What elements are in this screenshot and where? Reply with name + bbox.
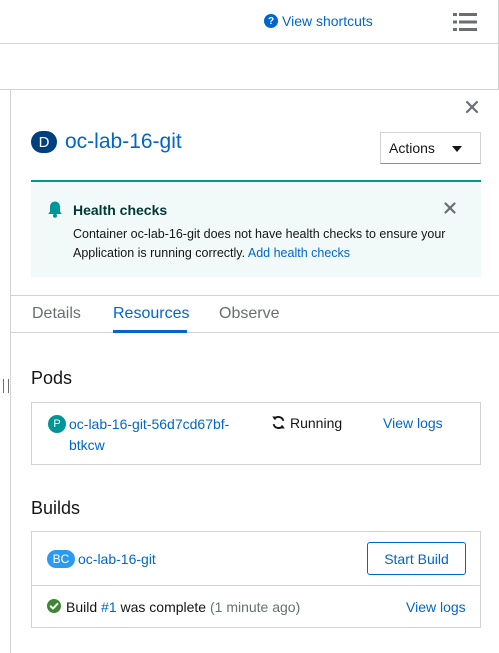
build-time: (1 minute ago) bbox=[209, 599, 301, 615]
pod-kind-badge: P bbox=[48, 415, 66, 433]
builds-heading: Builds bbox=[31, 498, 81, 518]
deployment-kind-badge: D bbox=[31, 131, 57, 153]
health-checks-alert: Health checks Container oc-lab-16-git do… bbox=[31, 180, 481, 277]
caret-down-icon bbox=[452, 146, 462, 152]
resource-name: oc-lab-16-git bbox=[65, 130, 182, 153]
pod-name-link[interactable]: oc-lab-16-git-56d7cd67bf-btkcw bbox=[69, 414, 254, 456]
view-shortcuts-label: View shortcuts bbox=[282, 13, 373, 29]
bell-icon bbox=[48, 201, 62, 218]
question-circle-icon: ? bbox=[264, 14, 278, 28]
view-shortcuts-link[interactable]: ? View shortcuts bbox=[264, 13, 373, 29]
build-config-item: BC oc-lab-16-git Start Build Build #1 wa… bbox=[31, 531, 481, 628]
check-circle-icon bbox=[47, 599, 61, 613]
alert-message: Container oc-lab-16-git does not have he… bbox=[73, 225, 473, 263]
alert-title: Health checks bbox=[73, 202, 168, 218]
pods-heading: Pods bbox=[31, 368, 73, 388]
sync-running-icon bbox=[272, 416, 285, 429]
pod-status: Running bbox=[290, 415, 343, 431]
start-build-button[interactable]: Start Build bbox=[367, 542, 466, 575]
top-toolbar: ? View shortcuts bbox=[0, 0, 499, 44]
actions-dropdown[interactable]: Actions bbox=[380, 132, 481, 164]
topology-toolbar-strip bbox=[0, 44, 499, 90]
buildconfig-kind-badge: BC bbox=[47, 550, 75, 568]
builds-divider bbox=[32, 585, 480, 586]
build-view-logs-link[interactable]: View logs bbox=[406, 599, 466, 615]
drawer-border bbox=[10, 90, 11, 653]
actions-label: Actions bbox=[389, 140, 435, 156]
drawer-resize-handle[interactable] bbox=[3, 379, 9, 393]
build-status-line: Build #1 was complete (1 minute ago) bbox=[66, 599, 300, 615]
tab-observe[interactable]: Observe bbox=[219, 305, 279, 323]
drawer-tabs: Details Resources Observe bbox=[11, 296, 499, 333]
close-drawer-icon[interactable] bbox=[465, 100, 479, 114]
pod-view-logs-link[interactable]: View logs bbox=[383, 415, 443, 431]
add-health-checks-link[interactable]: Add health checks bbox=[248, 246, 350, 260]
build-number-link[interactable]: #1 bbox=[101, 599, 117, 615]
alert-close-icon[interactable] bbox=[444, 202, 456, 214]
build-state: was complete bbox=[120, 599, 207, 615]
build-prefix: Build bbox=[66, 599, 98, 615]
pod-list-item: P oc-lab-16-git-56d7cd67bf-btkcw Running… bbox=[31, 402, 481, 465]
buildconfig-name-link[interactable]: oc-lab-16-git bbox=[78, 551, 156, 567]
list-view-icon[interactable] bbox=[453, 12, 477, 32]
resource-title: D oc-lab-16-git bbox=[31, 130, 182, 154]
tab-resources[interactable]: Resources bbox=[113, 305, 189, 323]
active-tab-indicator bbox=[113, 330, 187, 333]
tab-details[interactable]: Details bbox=[32, 305, 81, 323]
